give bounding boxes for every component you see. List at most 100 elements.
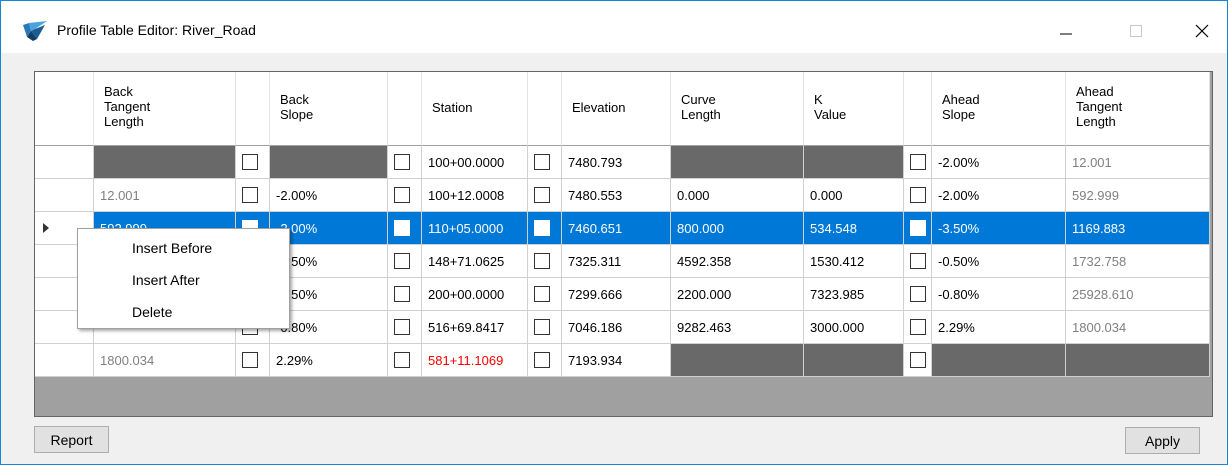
- cell-elevation[interactable]: 7480.553: [562, 179, 671, 212]
- table-row[interactable]: 12.001 -2.00% 100+12.0008 7480.553 0.000 0.00…: [35, 179, 1210, 212]
- cell-back-slope[interactable]: 2.29%: [270, 344, 388, 377]
- lock-checkbox-cell[interactable]: [904, 146, 932, 179]
- lock-checkbox-cell[interactable]: [388, 278, 422, 311]
- cell-elevation[interactable]: 7460.651: [562, 212, 671, 245]
- cell-station[interactable]: 100+12.0008: [422, 179, 528, 212]
- lock-checkbox[interactable]: [242, 187, 258, 203]
- maximize-button[interactable]: [1113, 9, 1159, 53]
- lock-checkbox[interactable]: [534, 253, 550, 269]
- cell-elevation[interactable]: 7046.186: [562, 311, 671, 344]
- cell-k-value[interactable]: 7323.985: [804, 278, 904, 311]
- cell-ahead-slope[interactable]: -0.80%: [932, 278, 1066, 311]
- cell-ahead-tangent-length[interactable]: 1732.758: [1066, 245, 1210, 278]
- lock-checkbox-cell[interactable]: [388, 311, 422, 344]
- cell-ahead-slope[interactable]: -2.00%: [932, 146, 1066, 179]
- cell-back-tangent-length[interactable]: 1800.034: [94, 344, 236, 377]
- row-header[interactable]: [35, 344, 94, 377]
- lock-checkbox[interactable]: [910, 253, 926, 269]
- cell-elevation[interactable]: 7325.311: [562, 245, 671, 278]
- cell-ahead-tangent-length[interactable]: 592.999: [1066, 179, 1210, 212]
- close-button[interactable]: [1179, 9, 1225, 53]
- lock-checkbox[interactable]: [534, 154, 550, 170]
- lock-checkbox[interactable]: [534, 352, 550, 368]
- cell-ahead-tangent-length[interactable]: 12.001: [1066, 146, 1210, 179]
- lock-checkbox[interactable]: [534, 319, 550, 335]
- column-header-ahead-slope-check[interactable]: [904, 72, 932, 146]
- cell-k-value[interactable]: 0.000: [804, 179, 904, 212]
- apply-button[interactable]: Apply: [1125, 427, 1200, 454]
- column-header-elevation-check[interactable]: [528, 72, 562, 146]
- table-row[interactable]: 100+00.0000 7480.793 -2.00% 12.001: [35, 146, 1210, 179]
- lock-checkbox-cell[interactable]: [388, 146, 422, 179]
- cell-station[interactable]: 581+11.1069: [422, 344, 528, 377]
- lock-checkbox-cell[interactable]: [528, 212, 562, 245]
- lock-checkbox-cell[interactable]: [904, 311, 932, 344]
- lock-checkbox[interactable]: [394, 187, 410, 203]
- title-bar[interactable]: Profile Table Editor: River_Road: [1, 1, 1227, 53]
- menu-item-insert-before[interactable]: Insert Before: [78, 233, 289, 263]
- cell-station[interactable]: 100+00.0000: [422, 146, 528, 179]
- lock-checkbox[interactable]: [394, 154, 410, 170]
- table-row[interactable]: 1800.034 2.29% 581+11.1069 7193.934: [35, 344, 1210, 377]
- lock-checkbox[interactable]: [534, 220, 550, 236]
- column-header-ahead-tangent-length[interactable]: Ahead Tangent Length: [1066, 72, 1210, 146]
- lock-checkbox[interactable]: [394, 253, 410, 269]
- lock-checkbox-cell[interactable]: [904, 278, 932, 311]
- lock-checkbox[interactable]: [910, 352, 926, 368]
- column-header-station[interactable]: Station: [422, 72, 528, 146]
- cell-ahead-slope[interactable]: -3.50%: [932, 212, 1066, 245]
- cell-k-value[interactable]: 534.548: [804, 212, 904, 245]
- cell-station[interactable]: 200+00.0000: [422, 278, 528, 311]
- lock-checkbox-cell[interactable]: [528, 344, 562, 377]
- lock-checkbox[interactable]: [910, 187, 926, 203]
- cell-back-tangent-length[interactable]: 12.001: [94, 179, 236, 212]
- lock-checkbox[interactable]: [394, 286, 410, 302]
- lock-checkbox-cell[interactable]: [528, 311, 562, 344]
- cell-k-value[interactable]: 1530.412: [804, 245, 904, 278]
- cell-ahead-slope[interactable]: 2.29%: [932, 311, 1066, 344]
- lock-checkbox[interactable]: [910, 154, 926, 170]
- lock-checkbox[interactable]: [394, 352, 410, 368]
- cell-elevation[interactable]: 7480.793: [562, 146, 671, 179]
- lock-checkbox-cell[interactable]: [904, 245, 932, 278]
- cell-station[interactable]: 516+69.8417: [422, 311, 528, 344]
- lock-checkbox[interactable]: [910, 220, 926, 236]
- cell-k-value[interactable]: 3000.000: [804, 311, 904, 344]
- column-header-ahead-slope[interactable]: Ahead Slope: [932, 72, 1066, 146]
- lock-checkbox[interactable]: [242, 352, 258, 368]
- cell-station[interactable]: 148+71.0625: [422, 245, 528, 278]
- lock-checkbox-cell[interactable]: [904, 212, 932, 245]
- lock-checkbox[interactable]: [242, 154, 258, 170]
- column-header-back-tangent-length[interactable]: Back Tangent Length: [94, 72, 236, 146]
- report-button[interactable]: Report: [34, 426, 109, 453]
- lock-checkbox-cell[interactable]: [388, 212, 422, 245]
- cell-curve-length[interactable]: 0.000: [671, 179, 804, 212]
- column-header-k-value[interactable]: K Value: [804, 72, 904, 146]
- column-header-back-slope-check[interactable]: [236, 72, 270, 146]
- lock-checkbox-cell[interactable]: [528, 278, 562, 311]
- lock-checkbox-cell[interactable]: [528, 179, 562, 212]
- lock-checkbox[interactable]: [534, 187, 550, 203]
- cell-elevation[interactable]: 7193.934: [562, 344, 671, 377]
- cell-ahead-slope[interactable]: -2.00%: [932, 179, 1066, 212]
- lock-checkbox-cell[interactable]: [528, 245, 562, 278]
- cell-curve-length[interactable]: 2200.000: [671, 278, 804, 311]
- cell-back-slope[interactable]: -2.00%: [270, 179, 388, 212]
- lock-checkbox[interactable]: [394, 220, 410, 236]
- lock-checkbox-cell[interactable]: [388, 179, 422, 212]
- cell-ahead-tangent-length[interactable]: 1800.034: [1066, 311, 1210, 344]
- lock-checkbox-cell[interactable]: [236, 344, 270, 377]
- lock-checkbox-cell[interactable]: [528, 146, 562, 179]
- column-header-elevation[interactable]: Elevation: [562, 72, 671, 146]
- row-header[interactable]: [35, 179, 94, 212]
- minimize-button[interactable]: [1043, 9, 1089, 53]
- lock-checkbox[interactable]: [910, 286, 926, 302]
- lock-checkbox-cell[interactable]: [388, 344, 422, 377]
- cell-ahead-tangent-length[interactable]: 1169.883: [1066, 212, 1210, 245]
- lock-checkbox[interactable]: [534, 286, 550, 302]
- column-header-station-check[interactable]: [388, 72, 422, 146]
- cell-curve-length[interactable]: 4592.358: [671, 245, 804, 278]
- menu-item-insert-after[interactable]: Insert After: [78, 265, 289, 295]
- cell-ahead-slope[interactable]: -0.50%: [932, 245, 1066, 278]
- lock-checkbox-cell[interactable]: [388, 245, 422, 278]
